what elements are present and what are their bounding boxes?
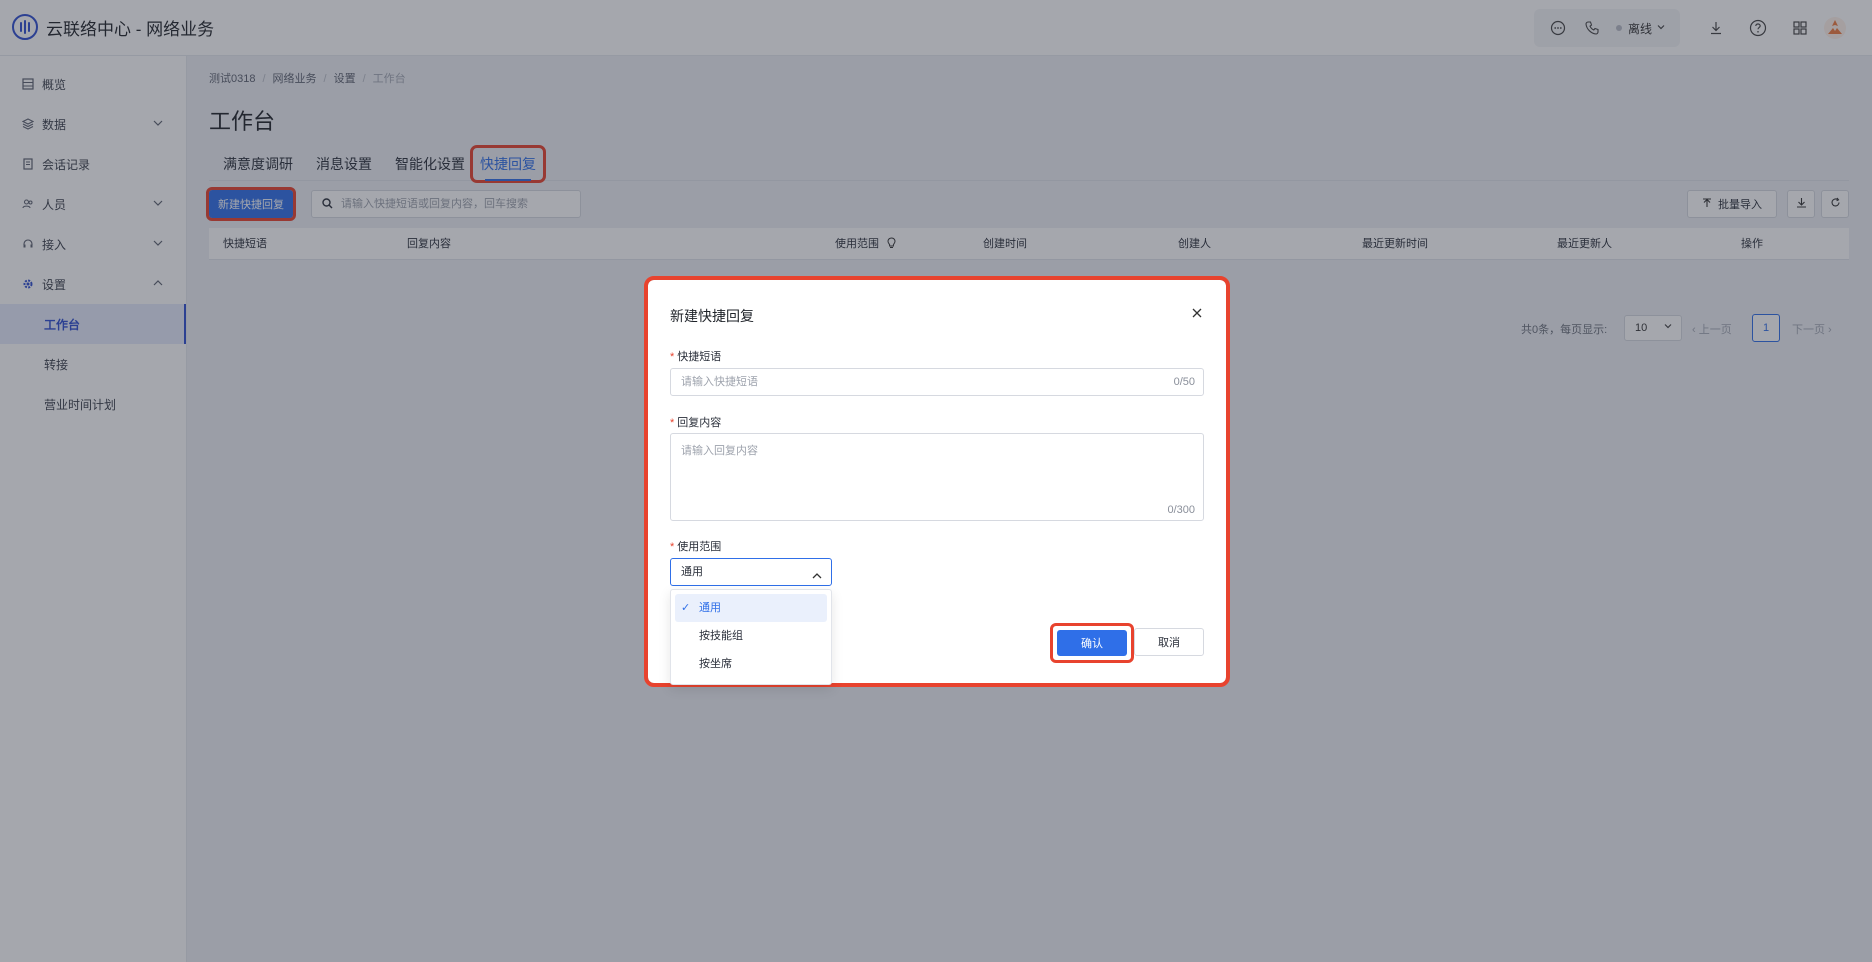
phrase-counter: 0/50 [1173,376,1195,388]
scope-dropdown: ✓ 通用 按技能组 按坐席 [670,589,832,685]
scope-option-general[interactable]: ✓ 通用 [675,594,827,622]
content-textarea[interactable] [671,434,1203,520]
confirm-button[interactable]: 确认 [1057,630,1127,656]
phrase-field: 0/50 [670,368,1204,396]
cancel-button[interactable]: 取消 [1134,628,1204,656]
scope-label: * 使用范围 [670,541,722,553]
dialog-title: 新建快捷回复 [670,308,754,324]
content-label: * 回复内容 [670,417,722,429]
scope-select[interactable]: 通用 [670,558,832,586]
scope-option-by-agent[interactable]: 按坐席 [675,650,827,678]
phrase-input[interactable] [671,369,1203,395]
new-quick-reply-dialog: 新建快捷回复 *快捷短语 0/50 *回复内容 0/300 *使用范围 通用 ✓… [644,276,1230,687]
scope-option-by-skill-group[interactable]: 按技能组 [675,622,827,650]
phrase-label: * 快捷短语 [670,351,722,363]
content-field: 0/300 [670,433,1204,521]
content-counter: 0/300 [1167,504,1195,516]
close-icon[interactable] [1190,306,1204,320]
check-icon: ✓ [681,602,691,614]
